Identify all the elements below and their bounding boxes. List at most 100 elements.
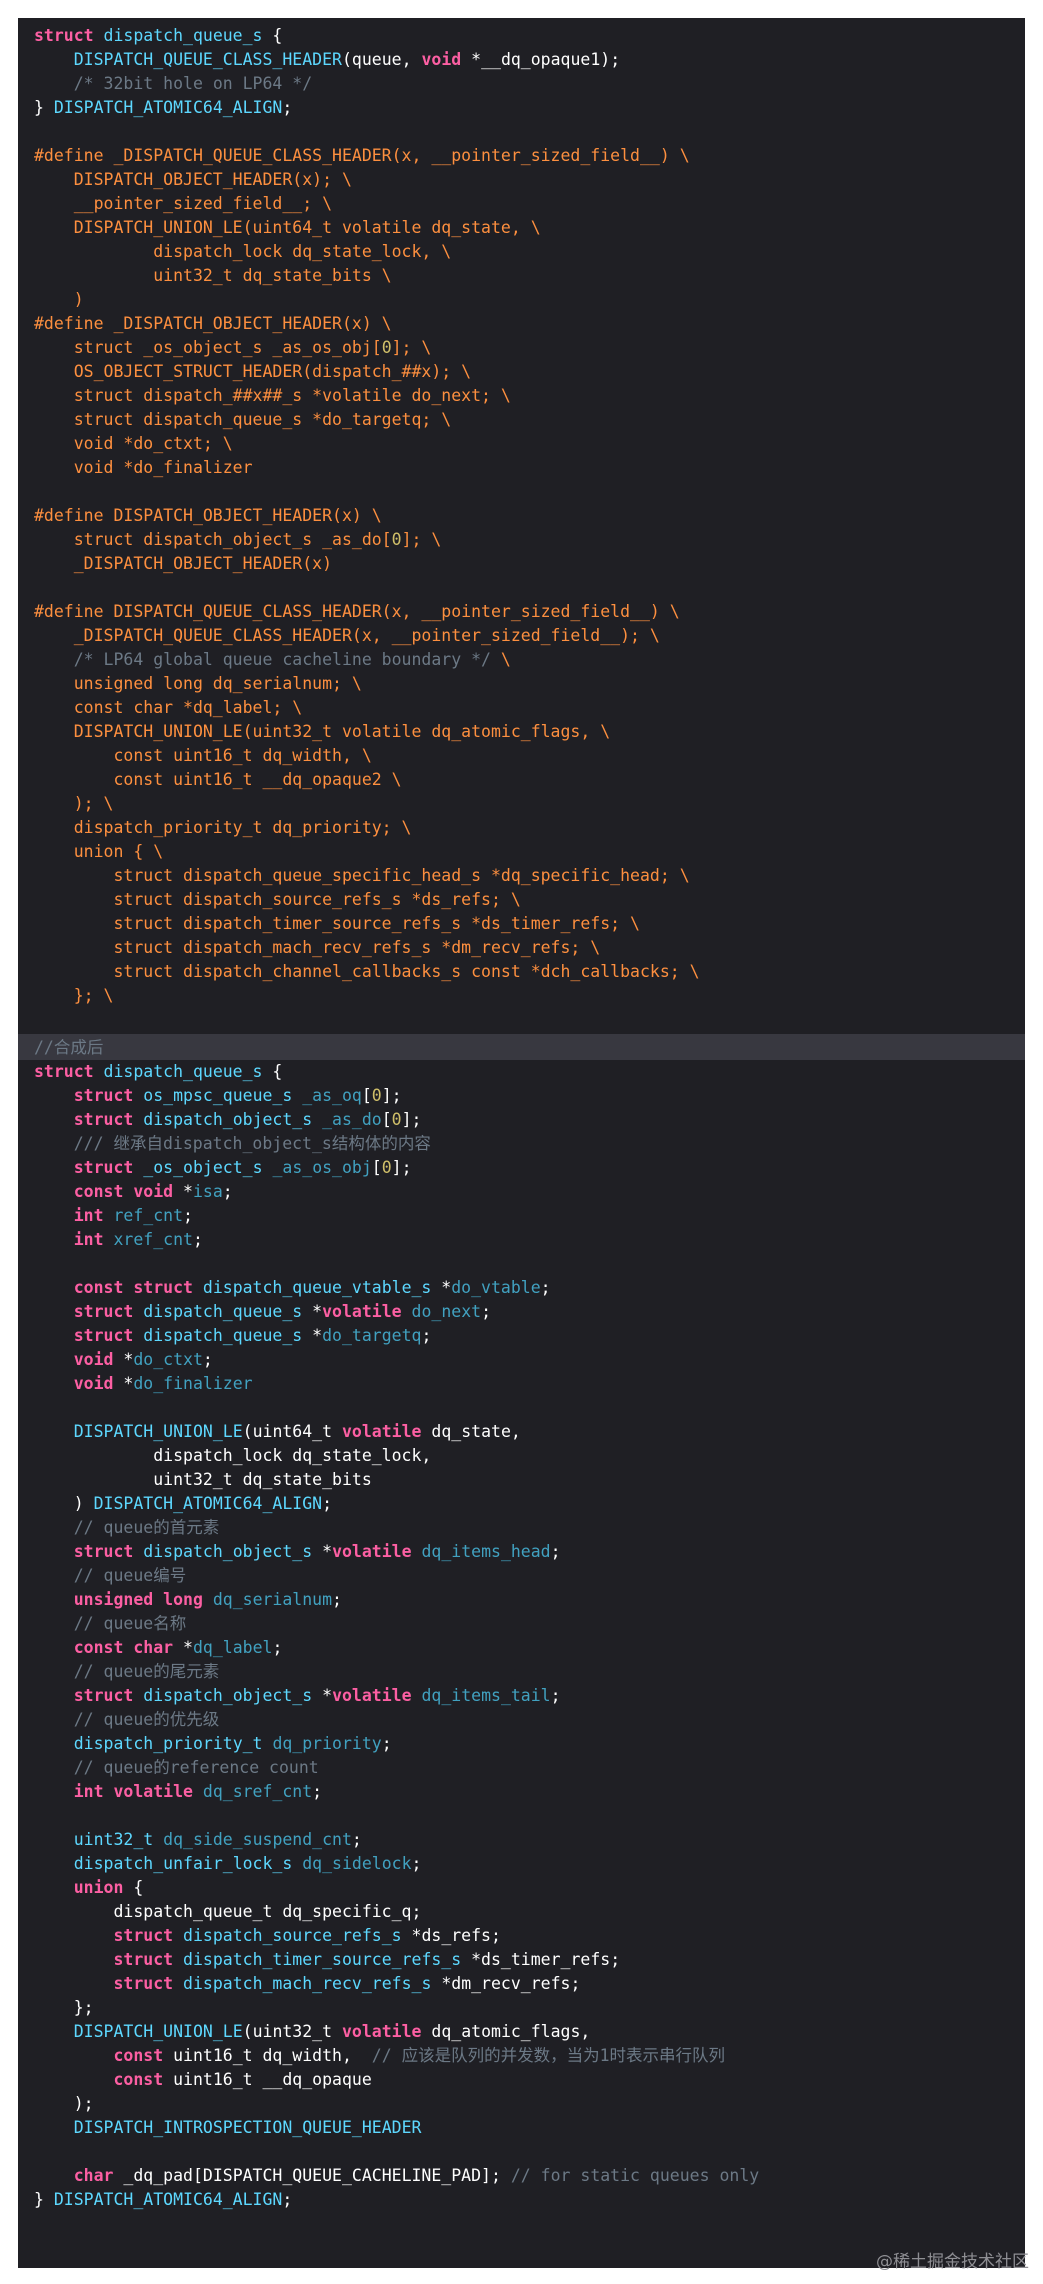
code-token: ]; \	[391, 338, 432, 357]
code-token: __pointer_sized_field__; \	[34, 194, 333, 213]
code-line: }; \	[34, 984, 700, 1008]
code-line: const char *dq_label;	[34, 1636, 759, 1660]
code-token: const	[113, 2070, 174, 2089]
code-token: union { \	[34, 842, 164, 861]
code-token: struct dispatch_object_s _as_do[	[34, 530, 392, 549]
code-token: dispatch_priority_t	[73, 1734, 263, 1753]
code-token: DISPATCH_QUEUE_CLASS_HEADER	[73, 50, 342, 69]
code-line: dispatch_priority_t dq_priority;	[34, 1732, 759, 1756]
code-token: // 应该是队列的并发数，当为1时表示串行队列	[371, 2046, 726, 2065]
code-token: 0	[391, 1110, 402, 1129]
code-line: void *do_ctxt; \	[34, 432, 700, 456]
code-token: ;	[312, 1782, 323, 1801]
code-token: dispatch_source_refs_s	[183, 1926, 402, 1945]
code-token: // queue的尾元素	[73, 1662, 220, 1681]
code-token: struct	[73, 1110, 144, 1129]
code-token: void	[73, 1350, 124, 1369]
code-token: *	[302, 1326, 323, 1345]
code-line: #define DISPATCH_QUEUE_CLASS_HEADER(x, _…	[34, 600, 700, 624]
code-token: )	[34, 290, 84, 309]
code-token: *	[302, 1302, 323, 1321]
code-token: ;	[421, 1326, 432, 1345]
code-token: const void	[73, 1182, 184, 1201]
code-line: DISPATCH_OBJECT_HEADER(x); \	[34, 168, 700, 192]
code-line: struct dispatch_##x##_s *volatile do_nex…	[34, 384, 700, 408]
code-token: // queue的首元素	[73, 1518, 220, 1537]
code-token: ;	[381, 1734, 392, 1753]
code-token: 0	[381, 338, 392, 357]
code-token: ;	[550, 1686, 561, 1705]
code-token: int	[73, 1206, 114, 1225]
code-token: ;	[540, 1278, 551, 1297]
code-line: struct os_mpsc_queue_s _as_oq[0];	[34, 1084, 759, 1108]
code-token: 0	[371, 1086, 382, 1105]
code-token: dq_atomic_flags,	[421, 2022, 591, 2041]
code-token: do_targetq	[322, 1326, 422, 1345]
code-line: _DISPATCH_QUEUE_CLASS_HEADER(x, __pointe…	[34, 624, 700, 648]
code-line: int xref_cnt;	[34, 1228, 759, 1252]
code-token: struct	[73, 1326, 144, 1345]
code-block-macros: struct dispatch_queue_s { DISPATCH_QUEUE…	[34, 24, 700, 1008]
code-token: dispatch_timer_source_refs_s	[183, 1950, 462, 1969]
code-token: volatile	[332, 1542, 422, 1561]
code-token: unsigned long	[73, 1590, 213, 1609]
code-token: (queue,	[341, 50, 422, 69]
code-token: _as_oq	[302, 1086, 362, 1105]
code-token: dq_items_tail	[421, 1686, 551, 1705]
code-line: union {	[34, 1876, 759, 1900]
code-line: struct dispatch_mach_recv_refs_s *dm_rec…	[34, 936, 700, 960]
code-token: *ds_refs;	[401, 1926, 501, 1945]
code-token: const struct	[73, 1278, 203, 1297]
code-token: struct	[113, 1950, 184, 1969]
code-token: 0	[391, 530, 402, 549]
code-token: uint16_t __dq_opaque	[173, 2070, 372, 2089]
code-token: struct	[34, 26, 104, 45]
code-token: const	[113, 2046, 174, 2065]
code-line: } DISPATCH_ATOMIC64_ALIGN;	[34, 2188, 759, 2212]
code-token: #define _DISPATCH_OBJECT_HEADER(x) \	[34, 314, 392, 333]
code-token: // for static queues only	[510, 2166, 760, 2185]
code-token: struct dispatch_mach_recv_refs_s *dm_rec…	[34, 938, 601, 957]
code-line: const char *dq_label; \	[34, 696, 700, 720]
code-token: dispatch_queue_s	[143, 1326, 303, 1345]
code-token: [	[361, 1086, 372, 1105]
code-token: }; \	[34, 986, 114, 1005]
code-token: ;	[332, 1590, 342, 1609]
code-token: );	[34, 2094, 94, 2113]
code-line: dispatch_queue_t dq_specific_q;	[34, 1900, 759, 1924]
code-token: DISPATCH_ATOMIC64_ALIGN	[53, 2190, 283, 2209]
code-token: const uint16_t dq_width, \	[34, 746, 372, 765]
code-token: {	[262, 1062, 283, 1081]
code-line: uint32_t dq_side_suspend_cnt;	[34, 1828, 759, 1852]
code-line: // queue的尾元素	[34, 1660, 759, 1684]
code-token: struct dispatch_timer_source_refs_s *ds_…	[34, 914, 640, 933]
code-token: struct	[73, 1302, 144, 1321]
code-token: #define DISPATCH_QUEUE_CLASS_HEADER(x, _…	[34, 602, 680, 621]
code-line: struct dispatch_channel_callbacks_s cons…	[34, 960, 699, 984]
code-token: ;	[282, 98, 293, 117]
code-line: //合成后	[34, 1036, 759, 1060]
code-token: void *do_ctxt; \	[34, 434, 233, 453]
code-line: dispatch_priority_t dq_priority; \	[34, 816, 700, 840]
code-token: *dm_recv_refs;	[431, 1974, 581, 1993]
code-line: // queue的优先级	[34, 1708, 759, 1732]
code-token: {	[133, 1878, 144, 1897]
code-token: dq_sidelock	[302, 1854, 412, 1873]
code-line: char _dq_pad[DISPATCH_QUEUE_CACHELINE_PA…	[34, 2164, 759, 2188]
